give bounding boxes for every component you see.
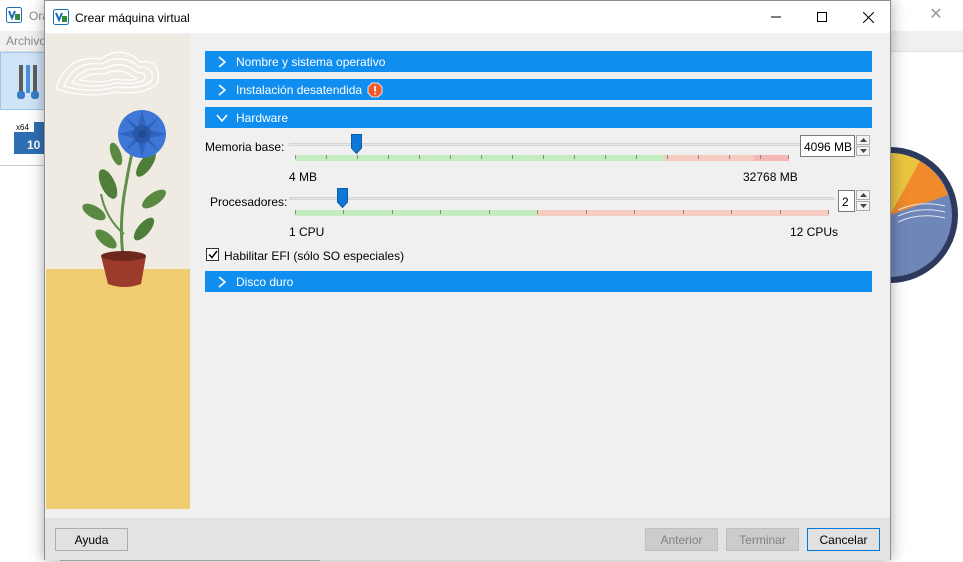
memory-increase-button[interactable] — [856, 135, 870, 145]
cpu-min-label: 1 CPU — [289, 225, 325, 239]
cpu-max-label: 12 CPUs — [790, 225, 839, 239]
close-icon — [862, 11, 874, 23]
wizard-illustration — [46, 34, 190, 509]
virtualbox-logo-icon — [6, 7, 22, 26]
arrow-up-icon — [859, 193, 867, 197]
cpu-increase-button[interactable] — [856, 190, 870, 200]
background-close-icon[interactable]: ✕ — [925, 5, 947, 25]
memory-ticks — [295, 155, 789, 161]
chevron-right-icon — [215, 275, 229, 289]
checkmark-icon — [207, 250, 218, 259]
cpu-slider-thumb[interactable] — [337, 188, 348, 208]
cpu-label: Procesadores: — [210, 195, 288, 209]
section-name-os[interactable]: Nombre y sistema operativo — [205, 51, 872, 72]
menu-archivo[interactable]: Archivo — [6, 34, 46, 48]
memory-spinbox[interactable]: 4096 MB — [800, 135, 855, 157]
arrow-down-icon — [859, 149, 867, 153]
minimize-button[interactable] — [753, 1, 799, 33]
memory-spin-arrows — [856, 135, 871, 157]
background-disc-illustration — [890, 147, 958, 283]
chevron-right-icon — [215, 55, 229, 69]
efi-label[interactable]: Habilitar EFI (sólo SO especiales) — [224, 249, 404, 263]
memory-label: Memoria base: — [205, 140, 285, 154]
memory-slider-track[interactable] — [289, 143, 803, 146]
memory-slider-thumb[interactable] — [351, 134, 362, 154]
warning-icon — [367, 82, 383, 98]
section-unattended-label: Instalación desatendida — [236, 82, 363, 97]
section-hardware[interactable]: Hardware — [205, 107, 872, 128]
minimize-icon — [771, 16, 781, 18]
memory-min-label: 4 MB — [289, 170, 318, 184]
virtualbox-logo-icon — [53, 9, 69, 28]
arrow-down-icon — [859, 204, 867, 208]
finish-button[interactable]: Terminar — [726, 528, 799, 551]
vm-os-icon[interactable]: x64 10 — [14, 120, 46, 160]
arrow-up-icon — [859, 138, 867, 142]
vm-badge-number: 10 — [27, 138, 41, 152]
cpu-spin-arrows — [856, 190, 871, 212]
memory-value: 4096 MB — [804, 140, 853, 154]
maximize-button[interactable] — [799, 1, 845, 33]
cpu-ticks — [295, 210, 829, 216]
dialog-footer: Ayuda Anterior Terminar Cancelar — [45, 518, 890, 560]
efi-checkbox[interactable] — [206, 248, 219, 261]
cpu-spinbox[interactable]: 2 — [838, 190, 855, 212]
section-disk-label: Disco duro — [236, 274, 294, 289]
dialog-titlebar[interactable]: Crear máquina virtual — [45, 1, 890, 33]
memory-decrease-button[interactable] — [856, 146, 870, 156]
back-button[interactable]: Anterior — [645, 528, 718, 551]
memory-max-label: 32768 MB — [743, 170, 798, 184]
create-vm-dialog: Crear máquina virtual Nombre y sistema o… — [44, 0, 891, 560]
section-disk[interactable]: Disco duro — [205, 271, 872, 292]
maximize-icon — [817, 12, 827, 22]
chevron-right-icon — [215, 83, 229, 97]
dialog-title: Crear máquina virtual — [75, 11, 190, 25]
close-button[interactable] — [845, 1, 891, 33]
tools-icon — [17, 65, 39, 99]
section-hardware-label: Hardware — [236, 110, 289, 125]
help-button[interactable]: Ayuda — [55, 528, 128, 551]
tools-button[interactable] — [0, 52, 45, 110]
cpu-value: 2 — [842, 195, 849, 209]
chevron-down-icon — [215, 111, 229, 125]
section-name-os-label: Nombre y sistema operativo — [236, 54, 386, 69]
cancel-button[interactable]: Cancelar — [807, 528, 880, 551]
vm-badge-text: x64 — [16, 123, 29, 132]
section-unattended[interactable]: Instalación desatendida — [205, 79, 872, 100]
cpu-decrease-button[interactable] — [856, 201, 870, 211]
vm-list-panel — [0, 165, 45, 562]
cpu-slider-track[interactable] — [289, 197, 834, 200]
